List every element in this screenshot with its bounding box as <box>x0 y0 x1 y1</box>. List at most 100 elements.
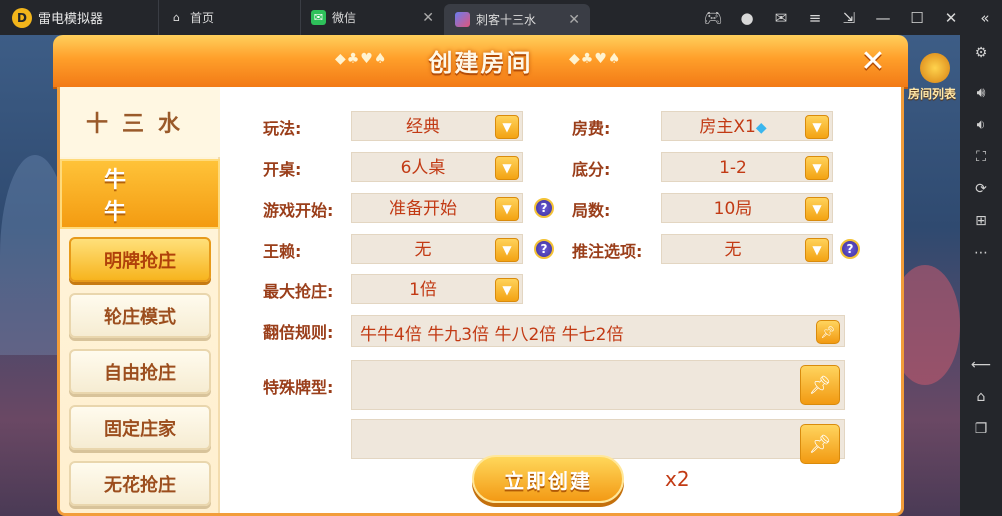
menu-icon[interactable]: ≡ <box>798 0 832 35</box>
rotate-icon[interactable]: ⟳ <box>960 173 1002 205</box>
help-icon[interactable]: ? <box>534 198 554 218</box>
create-now-button[interactable]: 立即创建 <box>472 455 624 503</box>
chevron-down-icon[interactable]: ▼ <box>805 238 829 262</box>
next-option-field[interactable]: 📌︎ <box>351 419 845 464</box>
mode-column: 十三水 牛牛 明牌抢庄 轮庄模式 自由抢庄 固定庄家 无花抢庄 <box>60 87 220 513</box>
volume-down-icon[interactable]: 🔉︎ <box>960 109 1002 141</box>
dialog-title: 创建房间 <box>428 49 533 77</box>
play-select[interactable]: 经典 ▼ <box>351 111 523 141</box>
tab-close-icon[interactable]: ✕ <box>568 12 580 28</box>
window-controls: 🎮︎ ● ✉ ≡ ⇲ — ☐ ✕ « <box>696 0 1002 35</box>
help-icon[interactable]: ? <box>534 239 554 259</box>
mode-lunzhuang-button[interactable]: 轮庄模式 <box>69 293 211 338</box>
collapse-icon[interactable]: « <box>968 0 1002 35</box>
tab-close-icon[interactable]: ✕ <box>422 10 434 26</box>
base-value: 1-2 <box>719 158 747 178</box>
tab-wechat-label: 微信 <box>332 11 357 25</box>
create-room-dialog: ◆♣♥♠ 创建房间 ◆♣♥♠ ✕ 十三水 牛牛 明牌抢庄 轮庄模式 自由抢庄 固… <box>53 35 908 516</box>
settings-icon[interactable]: ⚙ <box>960 37 1002 69</box>
room-list-label: 房间列表 <box>908 87 957 101</box>
mode-wuhua-button[interactable]: 无花抢庄 <box>69 461 211 506</box>
table-select[interactable]: 6人桌 ▼ <box>351 152 523 182</box>
recent-icon[interactable]: ❐ <box>960 413 1002 445</box>
dialog-header: ◆♣♥♠ 创建房间 ◆♣♥♠ ✕ <box>53 35 908 87</box>
fee-select[interactable]: 房主X1◆ ▼ <box>661 111 833 141</box>
back-icon[interactable]: ⟵ <box>960 349 1002 381</box>
pin-icon[interactable]: 📌︎ <box>800 365 840 405</box>
room-list-button[interactable]: 房间列表 <box>908 53 960 103</box>
tab-shisanshui[interactable]: 十三水 <box>60 87 220 157</box>
chevron-down-icon[interactable]: ▼ <box>805 115 829 139</box>
home-icon: ⌂ <box>173 11 180 24</box>
max-grab-select[interactable]: 1倍 ▼ <box>351 274 523 304</box>
chevron-down-icon[interactable]: ▼ <box>495 156 519 180</box>
pin-icon[interactable]: 📌︎ <box>816 320 840 344</box>
home-icon[interactable]: ⌂ <box>960 381 1002 413</box>
fee-label: 房费: <box>572 119 611 138</box>
tab-wechat[interactable]: ✉ 微信 ✕ <box>300 0 444 35</box>
multiplier-rule-value: 牛牛4倍 牛九3倍 牛八2倍 牛七2倍 <box>360 325 624 345</box>
chevron-down-icon[interactable]: ▼ <box>495 238 519 262</box>
multiplier-rule-field[interactable]: 牛牛4倍 牛九3倍 牛八2倍 牛七2倍 📌︎ <box>351 315 845 347</box>
close-icon[interactable]: ✕ <box>851 39 895 83</box>
add-icon[interactable]: ⊞ <box>960 205 1002 237</box>
rounds-select[interactable]: 10局 ▼ <box>661 193 833 223</box>
gamepad-icon[interactable]: 🎮︎ <box>696 0 730 35</box>
table-label: 开桌: <box>263 160 302 179</box>
bet-option-value: 无 <box>724 240 742 260</box>
chevron-down-icon[interactable]: ▼ <box>495 278 519 302</box>
wild-value: 无 <box>414 240 432 260</box>
emulator-titlebar: D 雷电模拟器 ⌂ 首页 ✉ 微信 ✕ 刺客十三水 ✕ 🎮︎ ● ✉ ≡ ⇲ —… <box>0 0 1002 35</box>
base-select[interactable]: 1-2 ▼ <box>661 152 833 182</box>
app-name: 雷电模拟器 <box>38 12 104 27</box>
chevron-down-icon[interactable]: ▼ <box>495 115 519 139</box>
special-cards-label: 特殊牌型: <box>263 378 334 397</box>
mode-guding-button[interactable]: 固定庄家 <box>69 405 211 450</box>
max-grab-value: 1倍 <box>409 280 437 300</box>
bet-option-select[interactable]: 无 ▼ <box>661 234 833 264</box>
maximize-icon[interactable]: ☐ <box>900 0 934 35</box>
mode-ziyou-button[interactable]: 自由抢庄 <box>69 349 211 394</box>
play-label: 玩法: <box>263 119 302 138</box>
multiplier-rule-label: 翻倍规则: <box>263 323 334 342</box>
diamond-icon: ◆ <box>755 120 767 136</box>
fee-value: 房主X1◆ <box>662 112 804 142</box>
tab-home[interactable]: ⌂ 首页 <box>158 0 300 35</box>
user-icon[interactable]: ● <box>730 0 764 35</box>
play-value: 经典 <box>406 117 440 137</box>
tab-game[interactable]: 刺客十三水 ✕ <box>444 4 590 35</box>
mode-mingpai-button[interactable]: 明牌抢庄 <box>69 237 211 282</box>
pin-icon[interactable]: 📌︎ <box>800 424 840 464</box>
start-label: 游戏开始: <box>263 201 334 220</box>
rounds-value: 10局 <box>713 199 753 219</box>
game-icon <box>455 12 470 27</box>
rounds-label: 局数: <box>572 201 611 220</box>
chevron-down-icon[interactable]: ▼ <box>805 197 829 221</box>
help-icon[interactable]: ? <box>840 239 860 259</box>
table-value: 6人桌 <box>400 158 446 178</box>
room-list-icon <box>920 53 950 83</box>
start-select[interactable]: 准备开始 ▼ <box>351 193 523 223</box>
wild-select[interactable]: 无 ▼ <box>351 234 523 264</box>
chevron-down-icon[interactable]: ▼ <box>495 197 519 221</box>
emulator-sidebar: ⚙ 🔊︎ 🔉︎ ⛶ ⟳ ⊞ ⋯ ⟵ ⌂ ❐ <box>960 35 1002 516</box>
screen-icon[interactable]: ⛶ <box>960 141 1002 173</box>
mail-icon[interactable]: ✉ <box>764 0 798 35</box>
fee-value-text: 房主X1 <box>699 117 756 137</box>
volume-up-icon[interactable]: 🔊︎ <box>960 77 1002 109</box>
tab-game-label: 刺客十三水 <box>476 13 537 27</box>
special-cards-field[interactable]: 📌︎ <box>351 360 845 410</box>
max-grab-label: 最大抢庄: <box>263 282 334 301</box>
tab-niuniu[interactable]: 牛牛 <box>60 159 220 229</box>
start-value: 准备开始 <box>389 199 457 219</box>
minimize-icon[interactable]: — <box>866 0 900 35</box>
chevron-down-icon[interactable]: ▼ <box>805 156 829 180</box>
dialog-body: 十三水 牛牛 明牌抢庄 轮庄模式 自由抢庄 固定庄家 无花抢庄 玩法: 经典 ▼… <box>57 87 904 516</box>
bet-option-label: 推注选项: <box>572 242 643 261</box>
restore-icon[interactable]: ⇲ <box>832 0 866 35</box>
suit-deco-right: ◆♣♥♠ <box>569 51 622 67</box>
base-label: 底分: <box>572 160 611 179</box>
room-cost: x2 <box>665 467 690 491</box>
close-icon[interactable]: ✕ <box>934 0 968 35</box>
more-icon[interactable]: ⋯ <box>960 237 1002 269</box>
